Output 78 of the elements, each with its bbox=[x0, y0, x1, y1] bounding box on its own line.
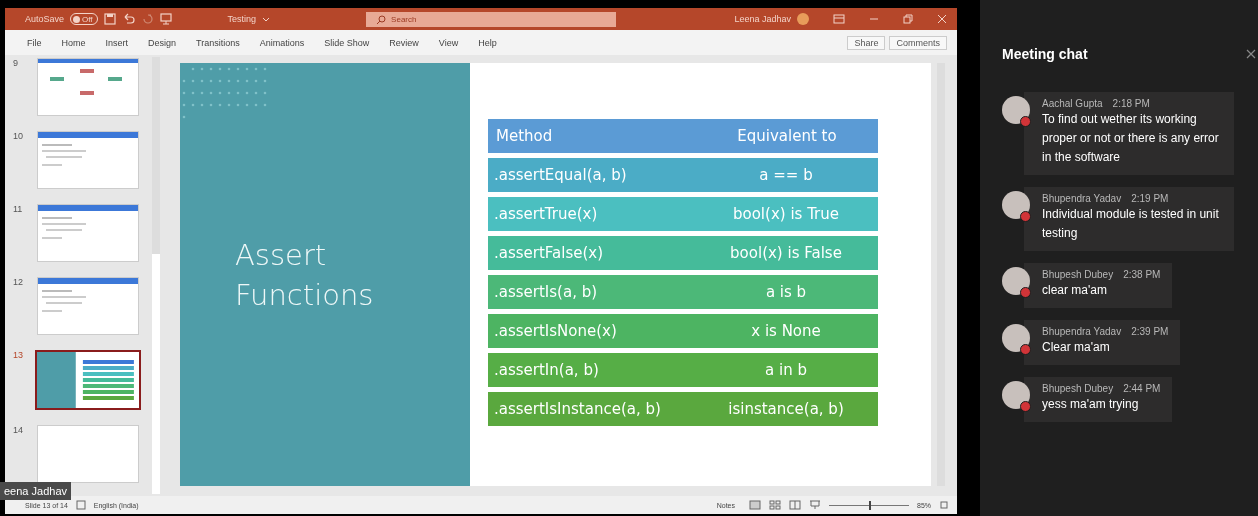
table-cell-text: x is None bbox=[750, 322, 822, 340]
table-cell-text: .assertIsInstance(a, b) bbox=[493, 400, 662, 418]
user-name[interactable]: Leena Jadhav bbox=[734, 14, 791, 24]
fit-slide-icon[interactable] bbox=[939, 500, 949, 510]
table-cell-text: bool(x) is False bbox=[729, 244, 843, 262]
slide-title: Functions bbox=[235, 276, 374, 314]
message-text: Individual module is tested in unit testing bbox=[1042, 206, 1220, 242]
sender-name: Bhupendra Yadav bbox=[1042, 326, 1122, 337]
participant-name-tag: eena Jadhav bbox=[0, 482, 71, 500]
ribbon-tab[interactable]: Help bbox=[470, 37, 505, 48]
column-header: Equivalent to bbox=[736, 127, 838, 145]
table-cell-text: .assertEqual(a, b) bbox=[493, 166, 628, 184]
ribbon-tab[interactable]: Insert bbox=[97, 37, 137, 48]
save-icon[interactable] bbox=[103, 13, 116, 25]
sender-name: Bhupesh Dubey bbox=[1042, 383, 1114, 394]
table-cell-text: bool(x) is True bbox=[732, 205, 840, 223]
file-name[interactable]: Testing bbox=[227, 14, 257, 24]
table-cell-text: .assertIsNone(x) bbox=[493, 322, 618, 340]
avatar[interactable] bbox=[1002, 96, 1030, 124]
ribbon-tab[interactable]: Review bbox=[381, 37, 427, 48]
message-time: 2:39 PM bbox=[1131, 326, 1169, 337]
ribbon-tab[interactable]: View bbox=[430, 37, 467, 48]
table-cell-text: a is b bbox=[764, 283, 808, 301]
table-cell-text: a == b bbox=[758, 166, 814, 184]
avatar[interactable] bbox=[1002, 191, 1030, 219]
column-header: Method bbox=[495, 127, 554, 145]
table-cell-text: isinstance(a, b) bbox=[727, 400, 845, 418]
ribbon-tab[interactable]: Animations bbox=[251, 37, 313, 48]
chat-title: Meeting chat bbox=[1002, 46, 1088, 62]
ribbon-display-icon[interactable] bbox=[833, 14, 845, 24]
normal-view-icon[interactable] bbox=[749, 500, 761, 510]
slide-number: 12 bbox=[13, 277, 24, 289]
slide-number: 11 bbox=[13, 204, 24, 216]
ribbon-action-button[interactable]: Share bbox=[847, 35, 886, 50]
avatar[interactable] bbox=[1002, 381, 1030, 409]
spellcheck-icon[interactable] bbox=[75, 500, 86, 510]
message-time: 2:38 PM bbox=[1123, 269, 1161, 280]
search-icon bbox=[376, 14, 387, 25]
user-avatar[interactable] bbox=[797, 13, 809, 25]
presentation-icon[interactable] bbox=[159, 13, 172, 25]
avatar[interactable] bbox=[1002, 324, 1030, 352]
caret-icon[interactable] bbox=[262, 15, 271, 23]
table-cell-text: a in b bbox=[764, 361, 808, 379]
table-cell-text: .assertTrue(x) bbox=[493, 205, 599, 223]
ribbon-tab[interactable]: Slide Show bbox=[316, 37, 378, 48]
avatar[interactable] bbox=[1002, 267, 1030, 295]
close-icon[interactable] bbox=[1246, 49, 1256, 59]
message-text: Clear ma'am bbox=[1042, 339, 1111, 356]
slide-number: 10 bbox=[13, 131, 24, 143]
ribbon-action-button[interactable]: Comments bbox=[889, 35, 947, 50]
search-field[interactable]: Search bbox=[366, 11, 617, 27]
message-text: To find out wether its working proper or not or there is any error in the software bbox=[1042, 111, 1220, 166]
restore-icon[interactable] bbox=[903, 14, 913, 24]
message-time: 2:44 PM bbox=[1123, 383, 1161, 394]
ribbon-tab[interactable]: Home bbox=[53, 37, 94, 48]
ribbon-tab[interactable]: Design bbox=[140, 37, 185, 48]
sender-name: Bhupesh Dubey bbox=[1042, 269, 1114, 280]
message-time: 2:19 PM bbox=[1131, 193, 1169, 204]
table-cell-text: .assertIs(a, b) bbox=[493, 283, 599, 301]
slide-number: 13 bbox=[13, 350, 24, 362]
sender-name: Aachal Gupta bbox=[1042, 98, 1103, 109]
sender-name: Bhupendra Yadav bbox=[1042, 193, 1122, 204]
sorter-view-icon[interactable] bbox=[769, 500, 781, 510]
reading-view-icon[interactable] bbox=[789, 500, 801, 510]
ribbon-tab[interactable]: Transitions bbox=[188, 37, 248, 48]
table-cell-text: .assertFalse(x) bbox=[493, 244, 605, 262]
slide-thumbnail[interactable] bbox=[35, 350, 141, 410]
message-text: clear ma'am bbox=[1042, 282, 1108, 299]
slide-title: Assert bbox=[235, 236, 328, 274]
thumbnail-scrollbar[interactable] bbox=[152, 57, 160, 494]
slide-number: 14 bbox=[13, 425, 24, 437]
slideshow-icon[interactable] bbox=[809, 500, 821, 510]
autosave-label: AutoSave bbox=[25, 14, 65, 24]
slide-number: 9 bbox=[13, 58, 19, 70]
message-text: yess ma'am trying bbox=[1042, 396, 1140, 413]
ribbon-tab[interactable]: File bbox=[19, 37, 50, 48]
table-cell-text: .assertIn(a, b) bbox=[493, 361, 600, 379]
message-time: 2:18 PM bbox=[1112, 98, 1150, 109]
